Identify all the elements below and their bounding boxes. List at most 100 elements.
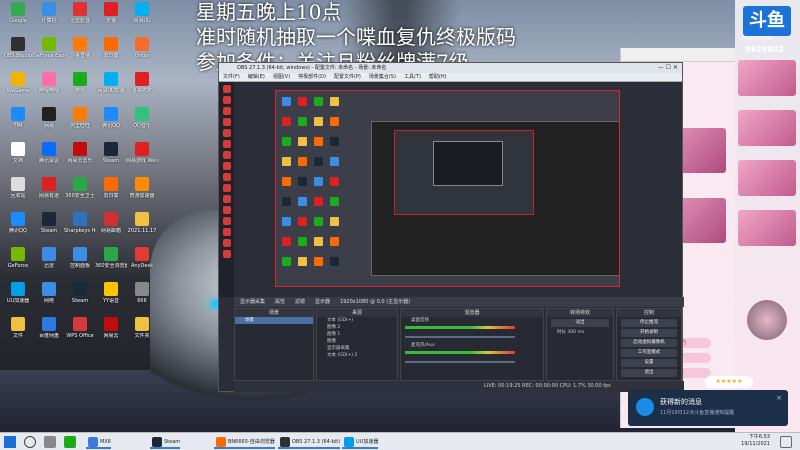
windows-start-icon[interactable]	[4, 436, 16, 448]
control-button[interactable]: 启动虚拟摄像机	[621, 339, 677, 347]
desktop-icon[interactable]: 向日葵	[95, 37, 127, 71]
volume-slider[interactable]	[405, 361, 515, 363]
source-toolbar-item[interactable]: 显示器	[315, 299, 330, 305]
wechat-icon[interactable]	[64, 436, 76, 448]
desktop-icon[interactable]: 360安全浏览器	[95, 247, 127, 281]
desktop-icon[interactable]: 百度网盘	[33, 317, 65, 351]
desktop-icon[interactable]: 网易云	[95, 317, 127, 351]
tool-icon[interactable]	[222, 151, 231, 159]
tool-icon[interactable]	[222, 206, 231, 214]
tool-icon[interactable]	[222, 184, 231, 192]
tool-icon[interactable]	[222, 140, 231, 148]
control-button[interactable]: 开始录制	[621, 329, 677, 337]
source-toolbar-item[interactable]: 属性	[275, 299, 285, 305]
desktop-icon[interactable]: Steam	[64, 282, 96, 316]
notification-toast[interactable]: 获得新的消息 11月19日12点斗鱼直播通知提醒 ×	[628, 390, 788, 426]
menu-item[interactable]: 停靠部件(D)	[298, 74, 326, 80]
menu-item[interactable]: 工具(T)	[404, 74, 421, 80]
desktop-icon[interactable]: WPS Office	[64, 317, 96, 351]
source-item[interactable]: 文本 (GDI+)	[317, 317, 397, 324]
desktop-icon[interactable]: 文件	[2, 317, 34, 351]
obs-window[interactable]: OBS 27.1.3 (64-bit, windows) - 配置文件: 未命名…	[218, 62, 684, 392]
desktop-icon[interactable]: 666	[126, 282, 158, 316]
desktop-icon[interactable]: 网易	[33, 107, 65, 141]
taskbar-app-button[interactable]: OBS 27.1.3 (64-bit)	[278, 435, 341, 449]
tool-icon[interactable]	[222, 107, 231, 115]
desktop-icon[interactable]: 计算机	[33, 2, 65, 36]
desktop-icon[interactable]: Google	[2, 2, 34, 36]
desktop-icon[interactable]: 腾讯QQ	[2, 212, 34, 246]
desktop-icon[interactable]: 阿里旺旺	[64, 107, 96, 141]
action-center-icon[interactable]	[780, 436, 792, 448]
source-item[interactable]: 图像	[317, 338, 397, 345]
desktop-icon[interactable]: 360安全卫士	[64, 177, 96, 211]
tool-icon[interactable]	[222, 118, 231, 126]
menu-item[interactable]: 编辑(E)	[248, 74, 265, 80]
source-item[interactable]: 图像 2	[317, 324, 397, 331]
task-view-icon[interactable]	[44, 436, 56, 448]
tool-icon[interactable]	[222, 96, 231, 104]
tool-icon[interactable]	[222, 129, 231, 137]
douyu-avatar[interactable]	[747, 300, 787, 340]
duration-value[interactable]: 300 ms	[567, 330, 584, 335]
desktop-icon[interactable]: 文件夹	[126, 317, 158, 351]
desktop-icon[interactable]: WeGame	[2, 72, 34, 106]
obs-preview-canvas[interactable]	[275, 90, 620, 287]
tool-icon[interactable]	[222, 250, 231, 258]
desktop-icon[interactable]: TIM	[2, 107, 34, 141]
tool-icon[interactable]	[222, 239, 231, 247]
menu-item[interactable]: 视图(V)	[273, 74, 290, 80]
tool-icon[interactable]	[222, 217, 231, 225]
control-button[interactable]: 退出	[621, 369, 677, 377]
control-button[interactable]: 设置	[621, 359, 677, 367]
taskbar-app-button[interactable]: MX6	[86, 435, 111, 449]
desktop-icon[interactable]: YY语音	[95, 282, 127, 316]
window-controls[interactable]: — ☐ ✕	[658, 63, 678, 73]
close-icon[interactable]: ×	[776, 394, 782, 402]
source-toolbar-item[interactable]: 1920x1080 @ 0,0 (主显示器)	[340, 299, 410, 305]
desktop-icon[interactable]: 哔哩哔哩	[33, 72, 65, 106]
desktop-icon[interactable]: AnyDesk	[126, 247, 158, 281]
desktop-icon[interactable]: 迅雷	[33, 247, 65, 281]
obs-titlebar[interactable]: OBS 27.1.3 (64-bit, windows) - 配置文件: 未命名…	[219, 63, 682, 73]
douyu-thumbnail[interactable]	[738, 110, 796, 146]
desktop-icon[interactable]: 迅雷影音	[64, 2, 96, 36]
scene-item[interactable]: 场景	[235, 317, 313, 324]
desktop-icon[interactable]: QQ音乐	[126, 107, 158, 141]
source-item[interactable]: 图像 1	[317, 331, 397, 338]
desktop-icon[interactable]: Origin	[126, 37, 158, 71]
desktop-icon[interactable]: 金舟PDF	[126, 72, 158, 106]
source-item[interactable]: 文本 (GDI+) 2	[317, 352, 397, 359]
browser-tabbar[interactable]	[621, 48, 735, 62]
desktop-icon[interactable]: 回收站	[2, 177, 34, 211]
douyu-thumbnail[interactable]	[738, 60, 796, 96]
desktop-icon[interactable]: 腾讯QQ	[95, 107, 127, 141]
desktop-icon[interactable]: 奇游加速器	[126, 177, 158, 211]
volume-slider[interactable]	[405, 336, 515, 338]
douyu-thumbnail[interactable]	[738, 210, 796, 246]
menu-item[interactable]: 文件(F)	[223, 74, 240, 80]
desktop-icon[interactable]: 网易邮箱	[95, 212, 127, 246]
desktop-icon[interactable]: 网易游戏 Welcome	[126, 142, 158, 176]
taskbar-app-button[interactable]: Steam	[150, 435, 181, 449]
desktop-icon[interactable]: 控制面板	[64, 247, 96, 281]
taskbar-app-button[interactable]: BN6665-自由浏览器	[214, 435, 275, 449]
desktop-icon[interactable]: 斗鱼直播	[64, 37, 96, 71]
desktop-icon[interactable]: 天猫	[95, 2, 127, 36]
desktop-icon[interactable]: OBS Studio	[2, 37, 34, 71]
desktop-icon[interactable]: 网络	[33, 282, 65, 316]
taskbar-app-button[interactable]: UU加速器	[342, 435, 379, 449]
desktop-icon[interactable]: 网易云音乐	[64, 142, 96, 176]
search-icon[interactable]	[24, 436, 36, 448]
desktop-icon[interactable]: 微信	[64, 72, 96, 106]
transition-select[interactable]: 淡出	[551, 319, 609, 327]
menu-item[interactable]: 帮助(H)	[429, 74, 447, 80]
desktop-icon[interactable]: 网易有道	[33, 177, 65, 211]
douyu-thumbnail[interactable]	[738, 160, 796, 196]
desktop-icon[interactable]: UU加速器	[2, 282, 34, 316]
tool-icon[interactable]	[222, 228, 231, 236]
desktop-icon[interactable]: 向日葵	[95, 177, 127, 211]
desktop-icon[interactable]: GeForce	[2, 247, 34, 281]
source-item[interactable]: 显示器采集	[317, 345, 397, 352]
desktop-icon[interactable]: 文档	[2, 142, 34, 176]
